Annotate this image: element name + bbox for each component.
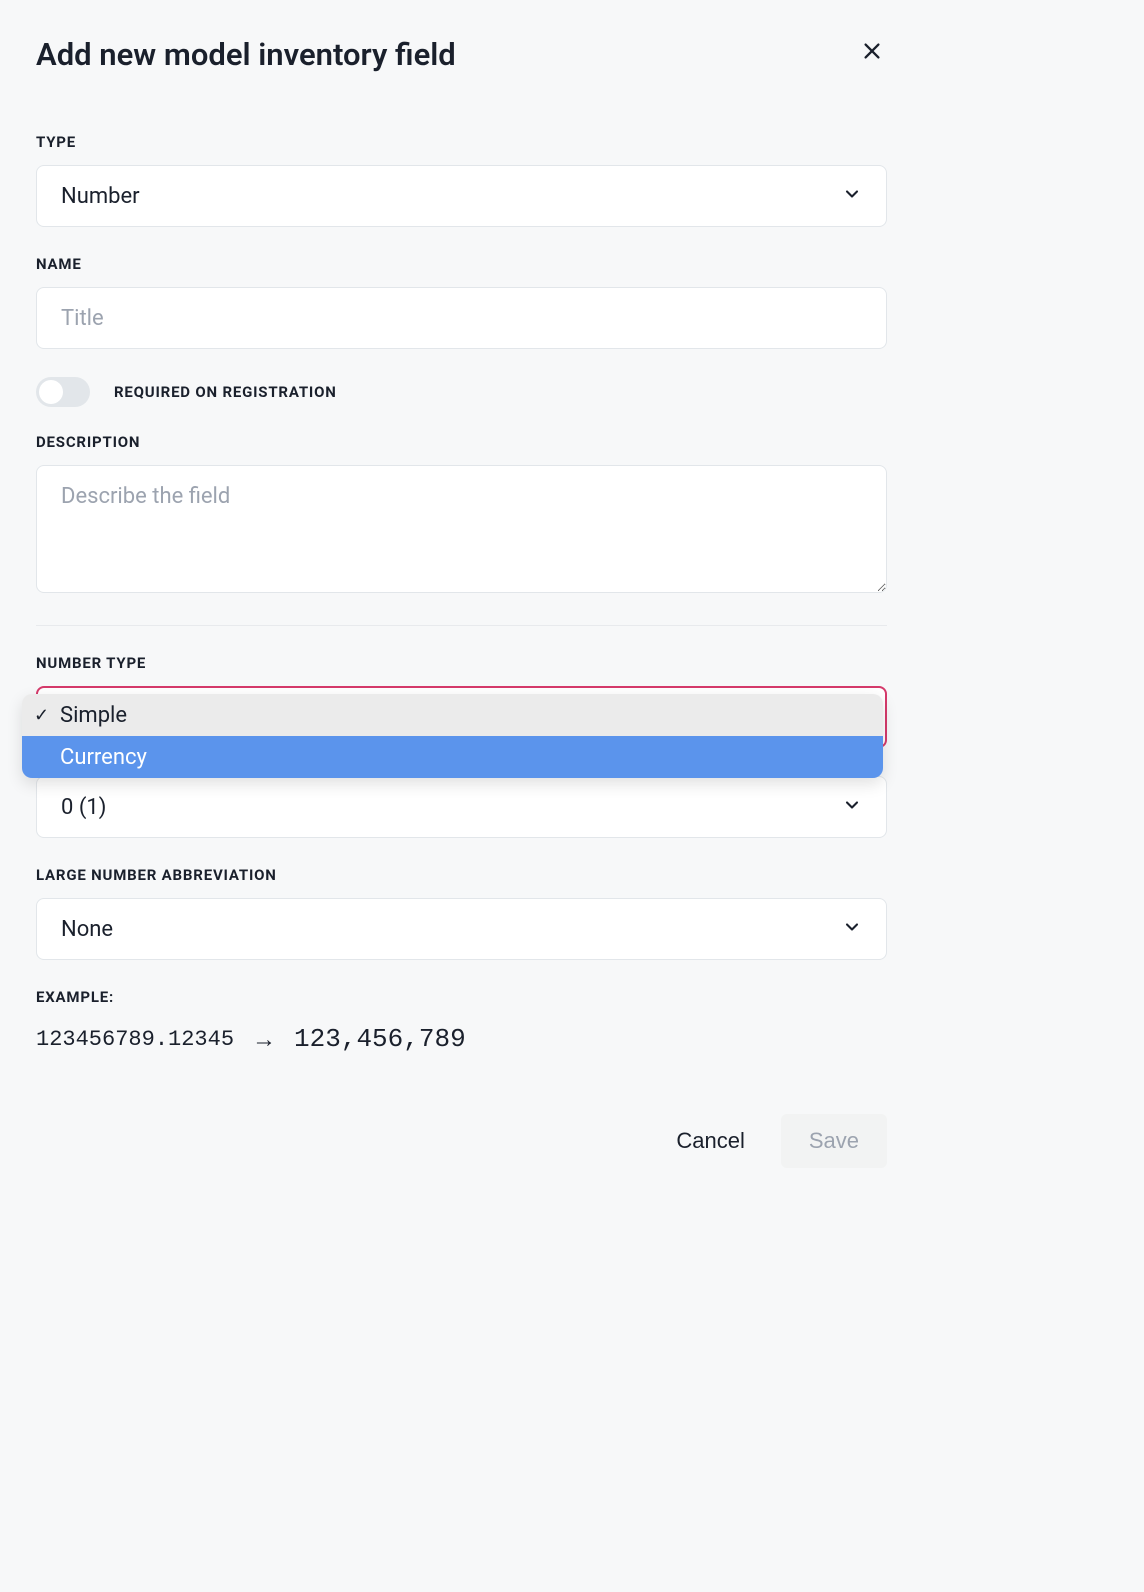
example-input-value: 123456789.12345 bbox=[36, 1027, 234, 1052]
close-icon[interactable] bbox=[857, 36, 887, 70]
decimal-places-select[interactable]: 0 (1) bbox=[36, 776, 887, 838]
toggle-knob bbox=[39, 380, 63, 404]
modal-footer: Cancel Save bbox=[36, 1114, 887, 1168]
decimal-places-value: 0 (1) bbox=[61, 795, 106, 820]
save-button[interactable]: Save bbox=[781, 1114, 887, 1168]
abbreviation-select[interactable]: None bbox=[36, 898, 887, 960]
type-label: TYPE bbox=[36, 133, 887, 151]
number-type-label: NUMBER TYPE bbox=[36, 654, 887, 672]
abbreviation-value: None bbox=[61, 917, 113, 942]
name-label: NAME bbox=[36, 255, 887, 273]
chevron-down-icon bbox=[842, 917, 862, 941]
divider bbox=[36, 625, 887, 626]
arrow-right-icon: → bbox=[252, 1025, 276, 1054]
example-label: EXAMPLE: bbox=[36, 988, 887, 1006]
description-label: DESCRIPTION bbox=[36, 433, 887, 451]
required-toggle[interactable] bbox=[36, 377, 90, 407]
chevron-down-icon bbox=[842, 795, 862, 819]
description-field-group: DESCRIPTION bbox=[36, 433, 887, 597]
dropdown-option-simple[interactable]: ✓ Simple bbox=[22, 694, 883, 736]
example-row: EXAMPLE: 123456789.12345 → 123,456,789 bbox=[36, 988, 887, 1054]
name-field-group: NAME bbox=[36, 255, 887, 349]
dropdown-option-currency[interactable]: Currency bbox=[22, 736, 883, 778]
chevron-down-icon bbox=[842, 184, 862, 208]
example-content: 123456789.12345 → 123,456,789 bbox=[36, 1024, 887, 1054]
example-output-value: 123,456,789 bbox=[294, 1024, 466, 1054]
required-label: REQUIRED ON REGISTRATION bbox=[114, 383, 337, 401]
check-icon: ✓ bbox=[34, 705, 54, 726]
type-select[interactable]: Number bbox=[36, 165, 887, 227]
type-value: Number bbox=[61, 184, 140, 209]
cancel-button[interactable]: Cancel bbox=[648, 1114, 772, 1168]
add-field-modal: Add new model inventory field TYPE Numbe… bbox=[0, 0, 923, 1204]
number-type-dropdown: ✓ Simple Currency bbox=[22, 694, 883, 778]
description-textarea[interactable] bbox=[36, 465, 887, 593]
number-type-container: ✓ Simple Currency bbox=[36, 686, 887, 748]
abbreviation-label: LARGE NUMBER ABBREVIATION bbox=[36, 866, 887, 884]
abbreviation-field-group: LARGE NUMBER ABBREVIATION None bbox=[36, 866, 887, 960]
type-field-group: TYPE Number bbox=[36, 133, 887, 227]
modal-title: Add new model inventory field bbox=[36, 36, 456, 73]
required-toggle-row: REQUIRED ON REGISTRATION bbox=[36, 377, 887, 407]
name-input[interactable] bbox=[36, 287, 887, 349]
decimal-places-field-group: 0 (1) bbox=[36, 776, 887, 838]
modal-header: Add new model inventory field bbox=[36, 36, 887, 73]
